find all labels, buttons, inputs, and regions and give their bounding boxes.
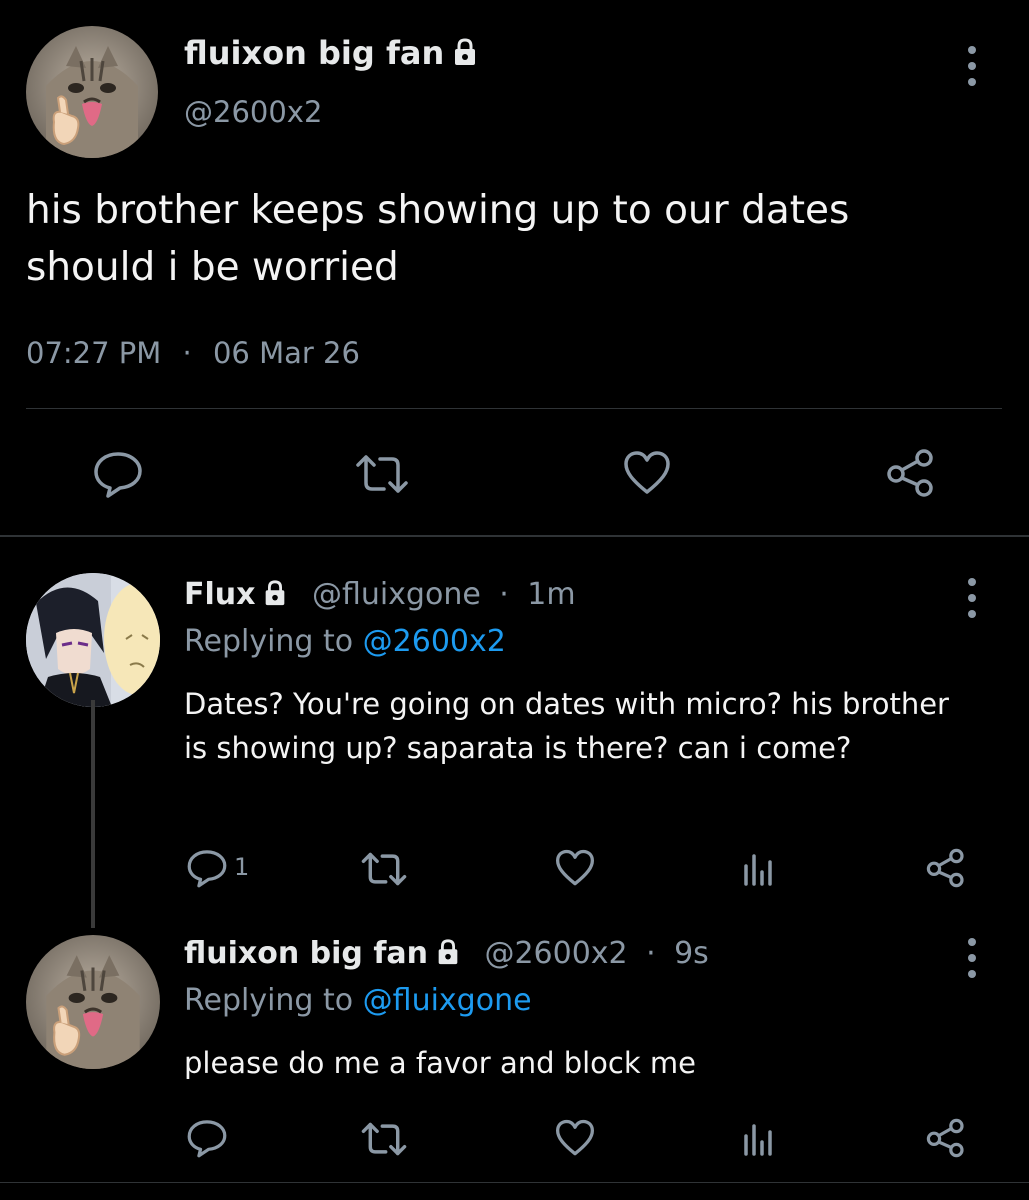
display-name-text[interactable]: fluixon big fan bbox=[184, 34, 444, 72]
handle[interactable]: @2600x2 bbox=[484, 936, 627, 971]
reply-bubble-icon[interactable] bbox=[186, 1118, 228, 1158]
reply-bubble-icon[interactable] bbox=[186, 848, 228, 888]
divider bbox=[26, 408, 1002, 409]
lock-icon bbox=[450, 37, 480, 75]
heart-icon[interactable] bbox=[622, 450, 672, 496]
share-icon[interactable] bbox=[924, 848, 968, 888]
reply-header: fluixon big fan @2600x2 · 9s bbox=[184, 936, 709, 974]
replying-to-label: Replying to bbox=[184, 983, 363, 1018]
retweet-icon[interactable] bbox=[360, 1121, 408, 1157]
reply-header: Flux @fluixgone · 1m bbox=[184, 577, 576, 615]
lock-icon bbox=[261, 579, 289, 615]
heart-icon[interactable] bbox=[554, 849, 596, 887]
avatar[interactable] bbox=[26, 573, 160, 707]
share-icon[interactable] bbox=[924, 1118, 968, 1158]
display-name[interactable]: fluixon big fan bbox=[184, 34, 480, 75]
section-divider bbox=[0, 535, 1029, 537]
tweet-time: 07:27 PM bbox=[26, 336, 162, 370]
separator-dot: · bbox=[499, 577, 509, 612]
display-name[interactable]: Flux bbox=[184, 577, 255, 612]
bar-chart-icon[interactable] bbox=[742, 1122, 776, 1156]
tweet-text: his brother keeps showing up to our date… bbox=[26, 182, 986, 296]
handle[interactable]: @2600x2 bbox=[184, 95, 322, 129]
handle[interactable]: @fluixgone bbox=[312, 577, 481, 612]
reply-text: please do me a favor and block me bbox=[184, 1046, 696, 1080]
avatar[interactable] bbox=[26, 935, 160, 1069]
mention-link[interactable]: @2600x2 bbox=[363, 624, 506, 659]
timestamp[interactable]: 07:27 PM · 06 Mar 26 bbox=[26, 336, 360, 370]
divider bbox=[0, 1182, 1029, 1183]
lock-icon bbox=[434, 938, 462, 974]
retweet-icon[interactable] bbox=[360, 851, 408, 887]
thread-line bbox=[91, 700, 95, 928]
mention-link[interactable]: @fluixgone bbox=[363, 983, 532, 1018]
retweet-icon[interactable] bbox=[354, 453, 410, 495]
more-vertical-icon[interactable] bbox=[964, 938, 980, 978]
more-vertical-icon[interactable] bbox=[964, 46, 980, 86]
separator-dot: · bbox=[646, 936, 656, 971]
bar-chart-icon[interactable] bbox=[742, 852, 776, 886]
more-vertical-icon[interactable] bbox=[964, 578, 980, 618]
reply-text: Dates? You're going on dates with micro?… bbox=[184, 687, 949, 765]
avatar[interactable] bbox=[26, 26, 158, 158]
reply-bubble-icon[interactable] bbox=[92, 450, 144, 498]
tweet-date: 06 Mar 26 bbox=[212, 336, 360, 370]
replying-to-label: Replying to bbox=[184, 624, 363, 659]
reply-count: 1 bbox=[234, 853, 250, 881]
replying-to: Replying to @fluixgone bbox=[184, 983, 532, 1018]
display-name[interactable]: fluixon big fan bbox=[184, 936, 428, 971]
tweet-text-line-2: should i be worried bbox=[26, 245, 399, 290]
tweet-text-line-1: his brother keeps showing up to our date… bbox=[26, 188, 850, 233]
separator-dot: · bbox=[182, 336, 192, 370]
heart-icon[interactable] bbox=[554, 1119, 596, 1157]
reply-age[interactable]: 1m bbox=[527, 577, 575, 612]
reply-age[interactable]: 9s bbox=[674, 936, 709, 971]
share-icon[interactable] bbox=[884, 448, 938, 498]
replying-to: Replying to @2600x2 bbox=[184, 624, 506, 659]
